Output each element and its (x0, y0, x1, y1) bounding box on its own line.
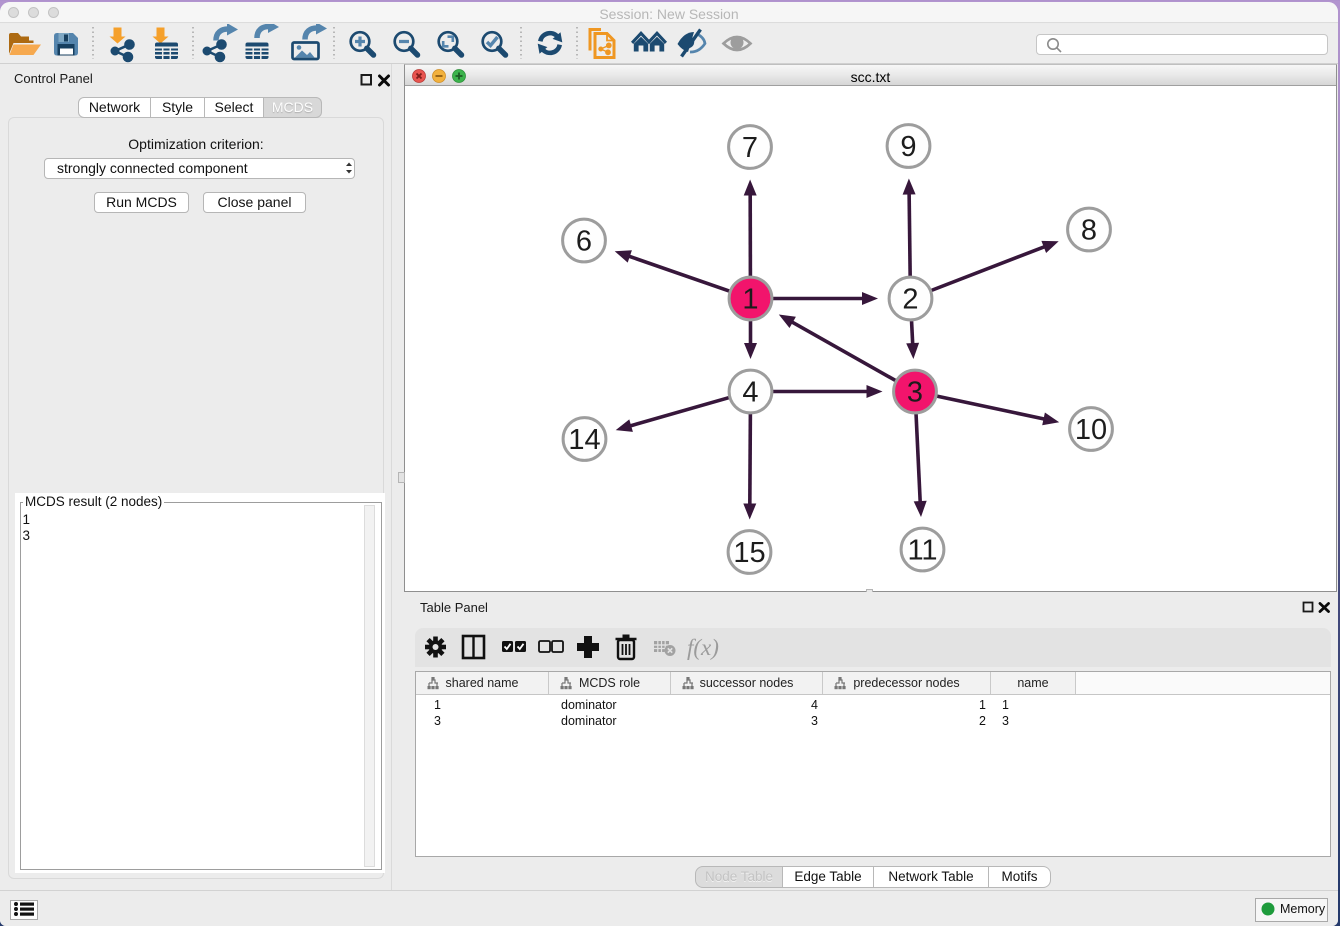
svg-text:7: 7 (742, 132, 758, 164)
svg-text:15: 15 (733, 537, 765, 569)
svg-text:3: 3 (907, 377, 923, 409)
svg-text:4: 4 (742, 377, 758, 409)
svg-text:8: 8 (1081, 215, 1097, 247)
svg-text:9: 9 (900, 131, 916, 163)
svg-text:14: 14 (568, 424, 600, 456)
svg-text:6: 6 (576, 226, 592, 258)
svg-text:10: 10 (1075, 414, 1107, 446)
svg-text:1: 1 (742, 284, 758, 316)
svg-text:2: 2 (902, 284, 918, 316)
svg-text:f(x): f(x) (687, 635, 719, 660)
svg-text:11: 11 (907, 535, 937, 567)
